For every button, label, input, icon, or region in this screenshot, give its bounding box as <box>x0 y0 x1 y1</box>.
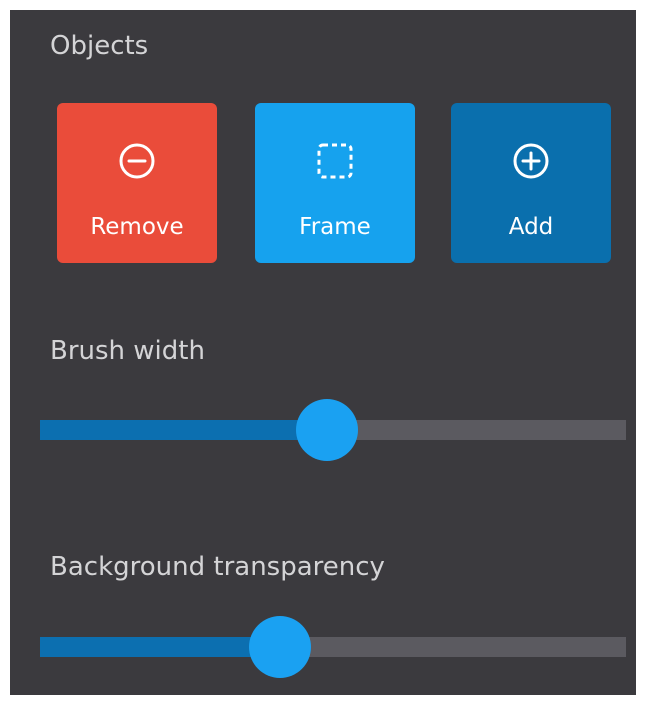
brush-width-slider[interactable] <box>40 399 626 461</box>
slider-thumb[interactable] <box>249 616 312 678</box>
background-transparency-slider[interactable] <box>40 616 626 678</box>
minus-circle-icon <box>119 143 155 179</box>
tool-panel: Objects Remove Frame Add Brush width Bac… <box>10 10 636 695</box>
plus-circle-icon <box>513 143 549 179</box>
frame-button[interactable]: Frame <box>255 103 415 263</box>
slider-fill <box>40 637 281 657</box>
remove-button-label: Remove <box>90 214 184 240</box>
slider-fill <box>40 420 328 440</box>
frame-button-label: Frame <box>299 214 371 240</box>
brush-width-title: Brush width <box>50 336 205 366</box>
add-button-label: Add <box>508 214 554 240</box>
objects-title: Objects <box>50 31 149 61</box>
slider-thumb[interactable] <box>296 399 359 461</box>
remove-button[interactable]: Remove <box>57 103 217 263</box>
dashed-frame-icon <box>317 143 353 179</box>
add-button[interactable]: Add <box>451 103 611 263</box>
background-transparency-title: Background transparency <box>50 552 385 582</box>
